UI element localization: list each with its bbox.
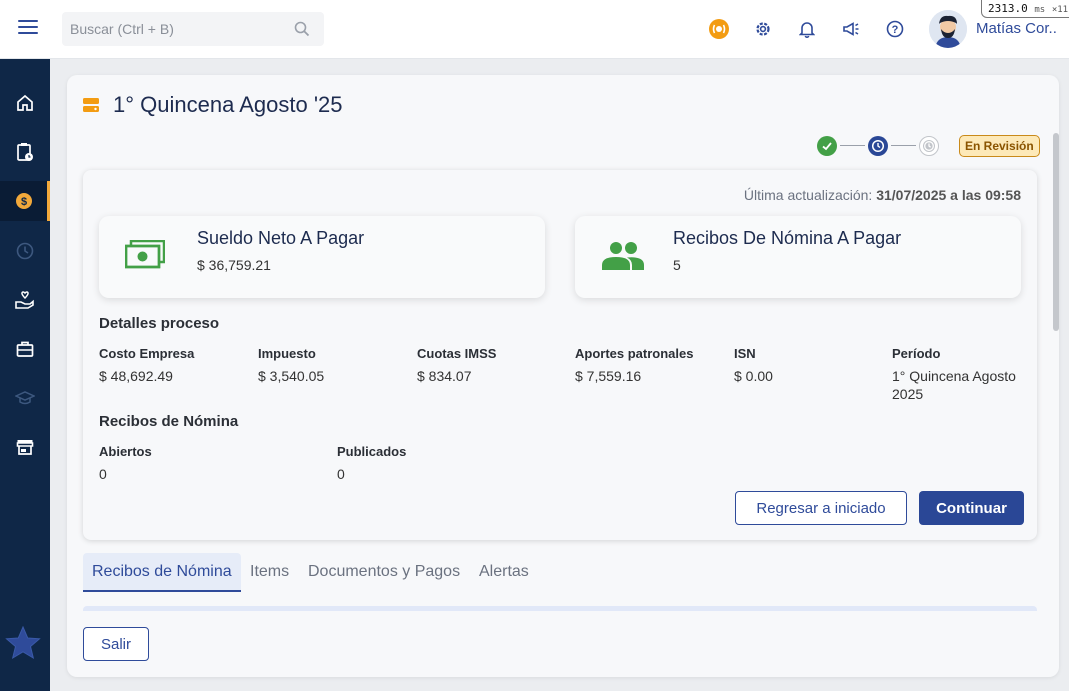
tab-payroll-receipts[interactable]: Recibos de Nómina — [83, 553, 241, 592]
detail-employer-contributions: Aportes patronales $ 7,559.16 — [575, 346, 693, 385]
stat-title: Sueldo Neto A Pagar — [197, 228, 365, 248]
page-title: 1° Quincena Agosto '25 — [113, 92, 343, 117]
detail-value: 0 — [337, 466, 345, 482]
stat-value: $ 36,759.21 — [197, 257, 271, 273]
sidebar-item-training[interactable] — [0, 378, 50, 418]
stat-value: 5 — [673, 257, 681, 273]
stat-card-receipts: Recibos De Nómina A Pagar 5 — [575, 216, 1021, 298]
scrollbar[interactable] — [1053, 133, 1059, 331]
sidebar-item-benefits[interactable] — [0, 280, 50, 320]
stat-title: Recibos De Nómina A Pagar — [673, 228, 902, 248]
dollar-coin-icon: $ — [15, 193, 32, 209]
detail-value: 0 — [99, 466, 107, 482]
summary-panel: Última actualización: 31/07/2025 a las 0… — [83, 170, 1037, 540]
sidebar-item-store[interactable] — [0, 427, 50, 467]
detail-value: 1° Quincena Agosto 2025 — [892, 368, 1016, 402]
clock-icon — [16, 242, 34, 260]
broadcast-icon[interactable] — [708, 18, 730, 40]
status-badge: En Revisión — [959, 135, 1040, 157]
perf-value: 2313.0 — [988, 2, 1028, 15]
progress-stepper — [817, 135, 942, 157]
continue-button[interactable]: Continuar — [919, 491, 1024, 525]
tab-items[interactable]: Items — [241, 553, 298, 592]
hand-heart-icon — [15, 291, 34, 309]
search-input[interactable] — [62, 12, 292, 46]
detail-company-cost: Costo Empresa $ 48,692.49 — [99, 346, 194, 385]
sidebar-item-home[interactable] — [0, 83, 50, 123]
megaphone-icon[interactable] — [840, 18, 862, 40]
receipts-open: Abiertos 0 — [99, 444, 152, 483]
perf-readout: 2313.0 ms ×11 — [981, 0, 1069, 18]
detail-value: $ 3,540.05 — [258, 368, 325, 384]
people-icon — [601, 240, 645, 277]
detail-imss: Cuotas IMSS $ 834.07 — [417, 346, 496, 385]
detail-label: Período — [892, 346, 941, 361]
perf-unit: ms — [1034, 5, 1046, 15]
detail-value: $ 7,559.16 — [575, 368, 642, 384]
home-icon — [17, 94, 33, 111]
tab-panel — [83, 606, 1037, 611]
svg-text:$: $ — [20, 196, 26, 208]
bell-icon[interactable] — [796, 18, 818, 40]
step-pending-icon — [919, 136, 939, 156]
step-connector — [891, 145, 916, 146]
sidebar-item-jobs[interactable] — [0, 329, 50, 369]
payroll-process-card: 1° Quincena Agosto '25 En Revisión Últim… — [67, 75, 1059, 677]
detail-value: $ 0.00 — [734, 368, 773, 384]
search-box — [62, 12, 324, 46]
exit-button[interactable]: Salir — [83, 627, 149, 661]
detail-tax: Impuesto $ 3,540.05 — [258, 346, 324, 385]
briefcase-icon — [16, 341, 34, 357]
sidebar-item-time[interactable] — [0, 231, 50, 271]
detail-label: Cuotas IMSS — [417, 346, 497, 361]
step-connector — [840, 145, 865, 146]
detail-label: ISN — [734, 346, 756, 361]
receipts-title: Recibos de Nómina — [99, 413, 239, 430]
last-update-label: Última actualización: — [743, 187, 873, 203]
detail-period: Período 1° Quincena Agosto 2025 — [892, 346, 1027, 403]
graduation-cap-icon — [15, 391, 35, 405]
help-icon[interactable]: ? — [884, 18, 906, 40]
detail-isn: ISN $ 0.00 — [734, 346, 773, 385]
search-icon[interactable] — [294, 21, 310, 42]
detail-label: Publicados — [337, 444, 407, 459]
receipts-published: Publicados 0 — [337, 444, 406, 483]
detail-value: $ 48,692.49 — [99, 368, 173, 384]
back-to-started-button[interactable]: Regresar a iniciado — [735, 491, 907, 525]
sidebar-item-tasks[interactable] — [0, 132, 50, 172]
sidebar: $ — [0, 59, 50, 691]
storage-icon — [83, 97, 99, 118]
store-icon — [16, 440, 34, 455]
detail-label: Impuesto — [258, 346, 316, 361]
star-icon[interactable] — [5, 625, 41, 665]
detail-label: Costo Empresa — [99, 346, 195, 361]
clipboard-clock-icon — [17, 143, 33, 161]
stat-card-net-salary: Sueldo Neto A Pagar $ 36,759.21 — [99, 216, 545, 298]
step-completed-icon — [817, 136, 837, 156]
top-bar: ? Matías Cor... 2313.0 ms ×11 — [0, 0, 1069, 59]
details-title: Detalles proceso — [99, 315, 220, 332]
tab-documents-payments[interactable]: Documentos y Pagos — [299, 553, 469, 592]
sidebar-item-payroll[interactable]: $ — [0, 181, 50, 221]
menu-icon[interactable] — [18, 20, 38, 38]
step-current-icon — [868, 136, 888, 156]
last-update: Última actualización: 31/07/2025 a las 0… — [744, 187, 1021, 203]
detail-value: $ 834.07 — [417, 368, 472, 384]
svg-text:?: ? — [892, 24, 899, 36]
money-icon — [124, 239, 166, 275]
perf-mult: ×11 — [1051, 5, 1069, 15]
user-name[interactable]: Matías Cor... — [976, 20, 1058, 37]
detail-label: Aportes patronales — [575, 346, 694, 361]
gear-icon[interactable] — [752, 18, 774, 40]
avatar[interactable] — [929, 10, 967, 48]
detail-label: Abiertos — [99, 444, 152, 459]
last-update-value: 31/07/2025 a las 09:58 — [876, 187, 1021, 203]
tab-alerts[interactable]: Alertas — [470, 553, 538, 592]
